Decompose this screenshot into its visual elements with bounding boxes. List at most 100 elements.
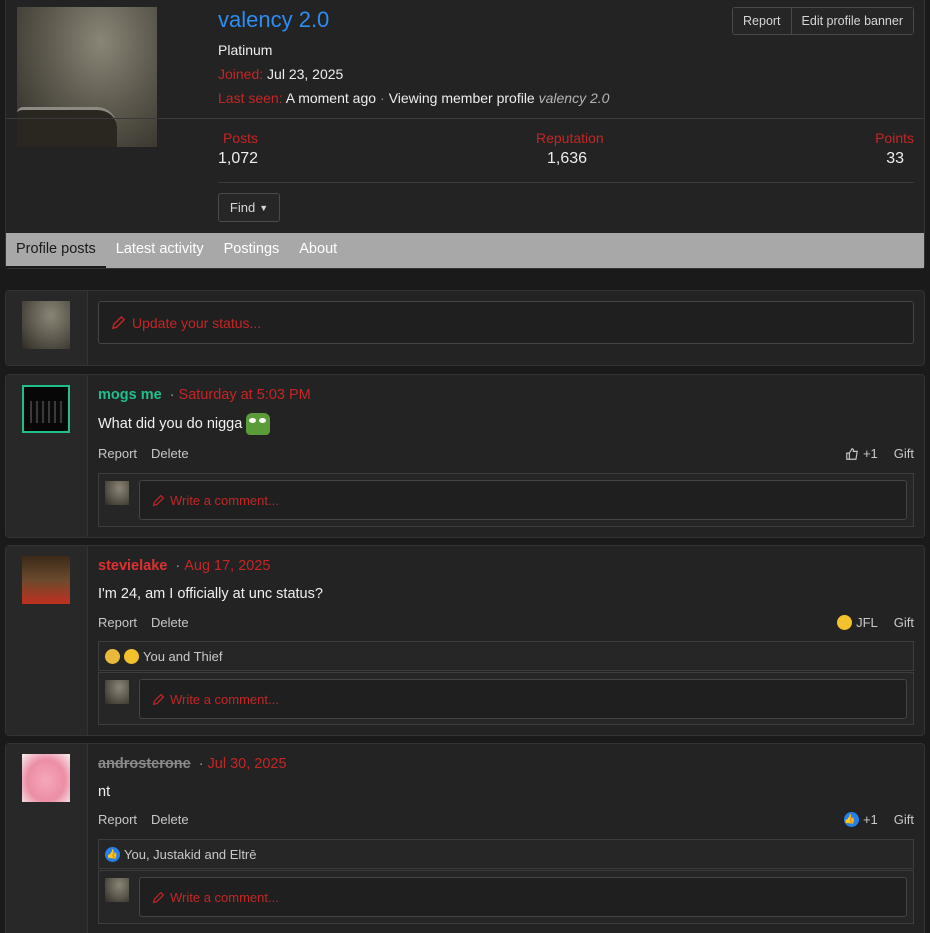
gift-link[interactable]: Gift xyxy=(894,615,914,630)
post-reactions: 👍 +1 Gift xyxy=(843,812,914,827)
delete-link[interactable]: Delete xyxy=(151,812,189,827)
profile-post: stevielake · Aug 17, 2025 I'm 24, am I of… xyxy=(5,545,925,736)
comment-placeholder: Write a comment... xyxy=(170,691,279,707)
posts-stat-value[interactable]: 1,072 xyxy=(218,150,258,168)
divider xyxy=(6,118,924,119)
status-update-card: Update your status... xyxy=(5,290,925,366)
delete-link[interactable]: Delete xyxy=(151,446,189,461)
pencil-icon xyxy=(152,891,165,903)
points-stat-value[interactable]: 33 xyxy=(886,150,904,168)
joined-line: Joined: Jul 23, 2025 xyxy=(218,66,343,82)
report-link[interactable]: Report xyxy=(98,812,137,827)
joined-value: Jul 23, 2025 xyxy=(267,66,344,82)
post-message-text: What did you do nigga xyxy=(98,416,243,432)
points-stat-label: Points xyxy=(875,130,914,146)
comment-input[interactable]: Write a comment... xyxy=(139,480,907,520)
report-button[interactable]: Report xyxy=(733,8,791,34)
reputation-stat-value: 1,636 xyxy=(547,150,588,167)
like-button[interactable]: +1 xyxy=(845,446,878,461)
pencil-icon xyxy=(111,315,126,330)
status-placeholder: Update your status... xyxy=(132,314,262,331)
sad-face-icon xyxy=(105,648,120,664)
divider xyxy=(218,182,914,183)
thumbs-up-icon xyxy=(846,447,858,460)
post-message: I'm 24, am I officially at unc status? xyxy=(98,586,323,602)
post-header: stevielake · Aug 17, 2025 xyxy=(98,558,271,574)
edit-banner-button[interactable]: Edit profile banner xyxy=(790,8,913,34)
status-gutter xyxy=(6,291,88,365)
post-reactions: JFL Gift xyxy=(837,615,914,630)
post-reactions: +1 Gift xyxy=(845,446,914,461)
post-message: nt xyxy=(98,784,111,800)
author-name[interactable]: androsterone xyxy=(98,756,191,772)
post-gutter xyxy=(6,375,88,537)
gift-link[interactable]: Gift xyxy=(894,446,914,461)
author-name[interactable]: mogs me xyxy=(98,387,162,403)
post-date[interactable]: Saturday at 5:03 PM xyxy=(179,387,311,403)
reactions-summary[interactable]: 👍 You, Justakid and Eltrē xyxy=(98,839,914,869)
delete-link[interactable]: Delete xyxy=(151,615,189,630)
tab-postings[interactable]: Postings xyxy=(214,233,290,268)
like-button[interactable]: 👍 +1 xyxy=(843,812,878,827)
thumbs-up-icon: 👍 xyxy=(843,812,859,827)
crying-laughing-icon xyxy=(124,648,139,664)
comment-placeholder: Write a comment... xyxy=(170,492,279,508)
author-name[interactable]: stevielake xyxy=(98,558,167,574)
comment-input[interactable]: Write a comment... xyxy=(139,679,907,719)
find-button-label: Find xyxy=(229,200,256,215)
last-seen-activity: Viewing member profile xyxy=(388,90,535,106)
author-avatar[interactable] xyxy=(22,385,70,433)
profile-header: valency 2.0 Platinum Joined: Jul 23, 202… xyxy=(5,0,925,269)
joined-label: Joined: xyxy=(218,66,264,82)
last-seen-value: A moment ago xyxy=(285,90,377,106)
reactions-summary[interactable]: You and Thief xyxy=(98,641,914,671)
reaction-count: +1 xyxy=(862,446,878,461)
post-date[interactable]: Aug 17, 2025 xyxy=(184,558,270,574)
tab-latest-activity[interactable]: Latest activity xyxy=(106,233,214,268)
post-header: androsterone · Jul 30, 2025 xyxy=(98,756,287,772)
profile-avatar[interactable] xyxy=(17,7,157,147)
post-gutter xyxy=(6,546,88,735)
reacted-by: You and Thief xyxy=(143,648,223,664)
reputation-stat-label: Reputation xyxy=(536,130,604,146)
tab-profile-posts[interactable]: Profile posts xyxy=(6,233,106,268)
posts-stat-label: Posts xyxy=(223,130,259,146)
tab-about[interactable]: About xyxy=(289,233,347,268)
profile-tabs: Profile posts Latest activity Postings A… xyxy=(6,233,924,268)
status-input[interactable]: Update your status... xyxy=(98,301,914,344)
report-link[interactable]: Report xyxy=(98,446,137,461)
header-buttons: Report Edit profile banner xyxy=(732,7,914,35)
post-gutter xyxy=(6,744,88,933)
my-avatar-small xyxy=(105,680,129,704)
post-actions: Report Delete xyxy=(98,446,189,461)
caret-down-icon: ▼ xyxy=(259,202,269,213)
jfl-reaction-button[interactable]: JFL xyxy=(837,615,878,630)
find-button[interactable]: Find ▼ xyxy=(218,193,280,222)
profile-post: androsterone · Jul 30, 2025 nt Report Del… xyxy=(5,743,925,933)
post-actions: Report Delete xyxy=(98,615,189,630)
post-actions: Report Delete xyxy=(98,812,189,827)
my-avatar-small xyxy=(105,878,129,902)
post-date[interactable]: Jul 30, 2025 xyxy=(208,756,287,772)
crying-laughing-icon xyxy=(837,615,853,630)
last-seen-target[interactable]: valency 2.0 xyxy=(539,90,610,106)
my-avatar-small xyxy=(105,481,129,505)
author-avatar[interactable] xyxy=(22,556,70,604)
post-message: What did you do nigga xyxy=(98,413,271,435)
comment-box: Write a comment... xyxy=(98,473,914,527)
profile-post: mogs me · Saturday at 5:03 PM What did yo… xyxy=(5,374,925,538)
profile-rank: Platinum xyxy=(218,42,273,58)
pencil-icon xyxy=(152,494,165,506)
reaction-label: JFL xyxy=(856,615,878,630)
reacted-by: You, Justakid and Eltrē xyxy=(124,846,257,862)
my-avatar[interactable] xyxy=(22,301,70,349)
pencil-icon xyxy=(152,693,165,705)
pepe-emoji-icon xyxy=(246,413,271,435)
last-seen-line: Last seen: A moment ago · Viewing member p… xyxy=(218,90,610,106)
profile-username: valency 2.0 xyxy=(218,7,330,32)
comment-input[interactable]: Write a comment... xyxy=(139,877,907,917)
author-avatar[interactable] xyxy=(22,754,70,802)
last-seen-label: Last seen: xyxy=(218,90,283,106)
report-link[interactable]: Report xyxy=(98,615,137,630)
gift-link[interactable]: Gift xyxy=(894,812,914,827)
